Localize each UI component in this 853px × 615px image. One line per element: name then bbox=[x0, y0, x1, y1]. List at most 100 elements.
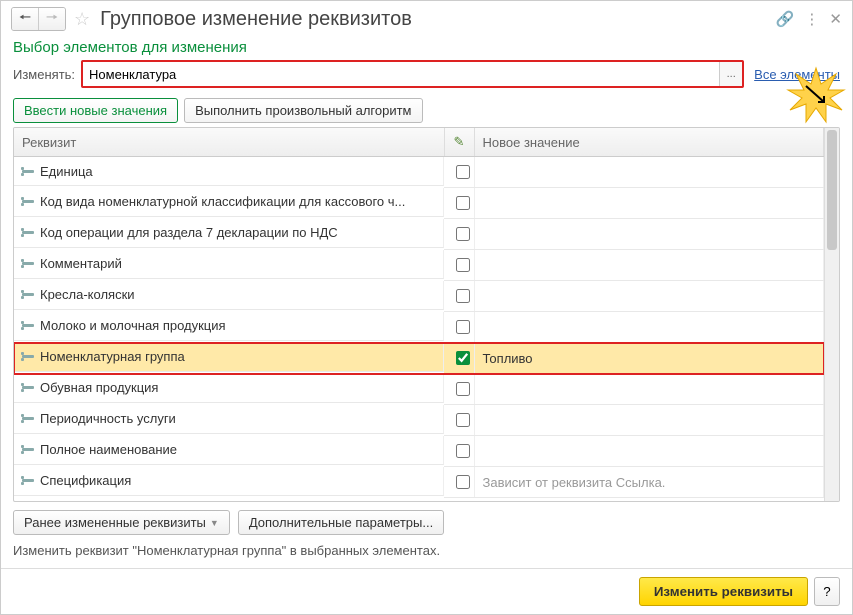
requisite-cell[interactable]: Код вида номенклатурной классификации дл… bbox=[14, 188, 444, 217]
requisite-cell[interactable]: Полное наименование bbox=[14, 436, 444, 465]
check-cell bbox=[444, 343, 474, 374]
close-icon[interactable]: ✕ bbox=[829, 10, 842, 28]
requisite-label: Код вида номенклатурной классификации дл… bbox=[40, 194, 405, 209]
row-checkbox[interactable] bbox=[456, 382, 470, 396]
new-value-cell[interactable]: Топливо bbox=[474, 343, 824, 374]
change-picker-button[interactable]: ... bbox=[719, 62, 742, 86]
favorite-star-icon[interactable]: ☆ bbox=[72, 9, 92, 30]
column-check[interactable]: ✎ bbox=[444, 128, 474, 157]
table-row[interactable]: Код операции для раздела 7 декларации по… bbox=[14, 219, 824, 250]
column-requisite[interactable]: Реквизит bbox=[14, 128, 444, 157]
nav-buttons: 🠔 🠖 bbox=[11, 7, 66, 31]
tree-item-icon bbox=[22, 479, 34, 482]
check-cell bbox=[444, 281, 474, 312]
table-row[interactable]: Обувная продукция bbox=[14, 374, 824, 405]
table-row[interactable]: Полное наименование bbox=[14, 436, 824, 467]
requisite-cell[interactable]: Комментарий bbox=[14, 250, 444, 279]
tree-item-icon bbox=[22, 355, 34, 358]
table-row[interactable]: Кресла-коляски bbox=[14, 281, 824, 312]
check-cell bbox=[444, 219, 474, 250]
requisite-label: Код операции для раздела 7 декларации по… bbox=[40, 225, 338, 240]
row-checkbox[interactable] bbox=[456, 413, 470, 427]
requisite-label: Обувная продукция bbox=[40, 380, 158, 395]
table-row[interactable]: Периодичность услуги bbox=[14, 405, 824, 436]
new-value-cell[interactable] bbox=[474, 250, 824, 281]
change-input-wrap: ... bbox=[81, 60, 744, 88]
check-cell bbox=[444, 312, 474, 343]
requisite-label: Номенклатурная группа bbox=[40, 349, 185, 364]
new-value-cell[interactable] bbox=[474, 436, 824, 467]
section-title: Выбор элементов для изменения bbox=[13, 39, 840, 56]
row-checkbox[interactable] bbox=[456, 165, 470, 179]
requisite-label: Полное наименование bbox=[40, 442, 177, 457]
requisite-label: Спецификация bbox=[40, 473, 131, 488]
table-row[interactable]: Комментарий bbox=[14, 250, 824, 281]
change-input[interactable] bbox=[83, 62, 719, 86]
requisite-cell[interactable]: Кресла-коляски bbox=[14, 281, 444, 310]
column-new-value[interactable]: Новое значение bbox=[474, 128, 824, 157]
new-value-cell[interactable] bbox=[474, 281, 824, 312]
requisite-label: Единица bbox=[40, 164, 93, 179]
row-checkbox[interactable] bbox=[456, 227, 470, 241]
requisite-cell[interactable]: Периодичность услуги bbox=[14, 405, 444, 434]
row-checkbox[interactable] bbox=[456, 351, 470, 365]
row-checkbox[interactable] bbox=[456, 289, 470, 303]
tab-algorithm[interactable]: Выполнить произвольный алгоритм bbox=[184, 98, 422, 123]
new-value-cell[interactable] bbox=[474, 157, 824, 188]
table-row[interactable]: Спецификация Зависит от реквизита Ссылка. bbox=[14, 467, 824, 498]
new-value-cell[interactable] bbox=[474, 188, 824, 219]
check-cell bbox=[444, 157, 474, 188]
help-button[interactable]: ? bbox=[814, 577, 840, 606]
all-elements-link[interactable]: Все элементы bbox=[750, 67, 840, 82]
new-value-cell[interactable] bbox=[474, 405, 824, 436]
check-cell bbox=[444, 405, 474, 436]
check-cell bbox=[444, 188, 474, 219]
requisite-cell[interactable]: Спецификация bbox=[14, 467, 444, 496]
tab-enter-values[interactable]: Ввести новые значения bbox=[13, 98, 178, 123]
tree-item-icon bbox=[22, 448, 34, 451]
vertical-scrollbar[interactable] bbox=[824, 128, 839, 501]
new-value-cell[interactable]: Зависит от реквизита Ссылка. bbox=[474, 467, 824, 498]
nav-forward-button[interactable]: 🠖 bbox=[38, 8, 65, 30]
previous-changed-label: Ранее измененные реквизиты bbox=[24, 515, 206, 530]
more-icon[interactable]: ⋮ bbox=[804, 10, 819, 28]
requisite-label: Комментарий bbox=[40, 256, 122, 271]
requisite-cell[interactable]: Номенклатурная группа bbox=[14, 343, 444, 372]
change-label: Изменять: bbox=[13, 67, 75, 82]
tree-item-icon bbox=[22, 262, 34, 265]
tree-item-icon bbox=[22, 200, 34, 203]
pencil-icon: ✎ bbox=[454, 134, 465, 149]
row-checkbox[interactable] bbox=[456, 196, 470, 210]
previous-changed-button[interactable]: Ранее измененные реквизиты ▼ bbox=[13, 510, 230, 535]
apply-button[interactable]: Изменить реквизиты bbox=[639, 577, 808, 606]
requisite-cell[interactable]: Обувная продукция bbox=[14, 374, 444, 403]
tree-item-icon bbox=[22, 324, 34, 327]
chevron-down-icon: ▼ bbox=[210, 518, 219, 528]
link-icon[interactable]: 🔗 bbox=[776, 10, 795, 28]
requisite-label: Периодичность услуги bbox=[40, 411, 176, 426]
row-checkbox[interactable] bbox=[456, 475, 470, 489]
row-checkbox[interactable] bbox=[456, 258, 470, 272]
scrollbar-thumb[interactable] bbox=[827, 130, 837, 250]
new-value-cell[interactable] bbox=[474, 312, 824, 343]
extra-params-button[interactable]: Дополнительные параметры... bbox=[238, 510, 444, 535]
row-checkbox[interactable] bbox=[456, 444, 470, 458]
requisite-cell[interactable]: Код операции для раздела 7 декларации по… bbox=[14, 219, 444, 248]
table-row[interactable]: Номенклатурная группа Топливо bbox=[14, 343, 824, 374]
table-row[interactable]: Код вида номенклатурной классификации дл… bbox=[14, 188, 824, 219]
requisite-cell[interactable]: Молоко и молочная продукция bbox=[14, 312, 444, 341]
row-checkbox[interactable] bbox=[456, 320, 470, 334]
table-row[interactable]: Молоко и молочная продукция bbox=[14, 312, 824, 343]
check-cell bbox=[444, 436, 474, 467]
new-value-cell[interactable] bbox=[474, 219, 824, 250]
nav-back-button[interactable]: 🠔 bbox=[12, 8, 38, 30]
tree-item-icon bbox=[22, 293, 34, 296]
requisite-cell[interactable]: Единица bbox=[14, 157, 444, 186]
tree-item-icon bbox=[22, 386, 34, 389]
table-row[interactable]: Единица bbox=[14, 157, 824, 188]
requisite-label: Кресла-коляски bbox=[40, 287, 135, 302]
tree-item-icon bbox=[22, 417, 34, 420]
window-title: Групповое изменение реквизитов bbox=[98, 8, 770, 31]
check-cell bbox=[444, 374, 474, 405]
new-value-cell[interactable] bbox=[474, 374, 824, 405]
